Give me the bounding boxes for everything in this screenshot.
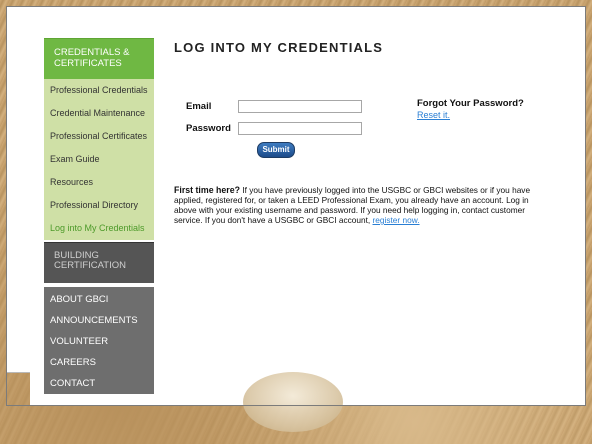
sidebar-item-credential-maintenance[interactable]: Credential Maintenance <box>44 102 154 125</box>
page-title: LOG INTO MY CREDENTIALS <box>174 40 384 55</box>
first-time-lead: First time here? <box>174 185 240 195</box>
sidebar-item-about-gbci[interactable]: ABOUT GBCI <box>44 289 154 310</box>
sidebar-section-building-certification[interactable]: BUILDING CERTIFICATION <box>44 242 154 283</box>
sidebar-item-exam-guide[interactable]: Exam Guide <box>44 148 154 171</box>
email-field[interactable] <box>238 100 362 113</box>
sidebar-gray-nav: ABOUT GBCI ANNOUNCEMENTS VOLUNTEER CAREE… <box>44 287 154 394</box>
sidebar-item-log-into-credentials[interactable]: Log into My Credentials <box>44 217 154 240</box>
sidebar-green-nav: Professional Credentials Credential Main… <box>44 79 154 240</box>
email-label: Email <box>186 101 212 112</box>
decorative-disc <box>243 372 343 432</box>
submit-button[interactable]: Submit <box>257 142 295 158</box>
sidebar-item-professional-certificates[interactable]: Professional Certificates <box>44 125 154 148</box>
sidebar-item-volunteer[interactable]: VOLUNTEER <box>44 331 154 352</box>
password-field[interactable] <box>238 122 362 135</box>
password-label: Password <box>186 123 231 134</box>
sidebar-item-professional-credentials[interactable]: Professional Credentials <box>44 79 154 102</box>
sidebar: CREDENTIALS & CERTIFICATES Professional … <box>44 38 154 394</box>
sidebar-item-announcements[interactable]: ANNOUNCEMENTS <box>44 310 154 331</box>
register-now-link[interactable]: register now. <box>373 215 420 225</box>
forgot-password-heading: Forgot Your Password? <box>417 98 524 109</box>
sidebar-section-credentials[interactable]: CREDENTIALS & CERTIFICATES <box>44 38 154 79</box>
first-time-paragraph: First time here? If you have previously … <box>174 185 552 225</box>
sidebar-item-professional-directory[interactable]: Professional Directory <box>44 194 154 217</box>
reset-password-link[interactable]: Reset it. <box>417 110 450 120</box>
sidebar-item-resources[interactable]: Resources <box>44 171 154 194</box>
sidebar-item-careers[interactable]: CAREERS <box>44 352 154 373</box>
sidebar-item-contact[interactable]: CONTACT <box>44 373 154 394</box>
